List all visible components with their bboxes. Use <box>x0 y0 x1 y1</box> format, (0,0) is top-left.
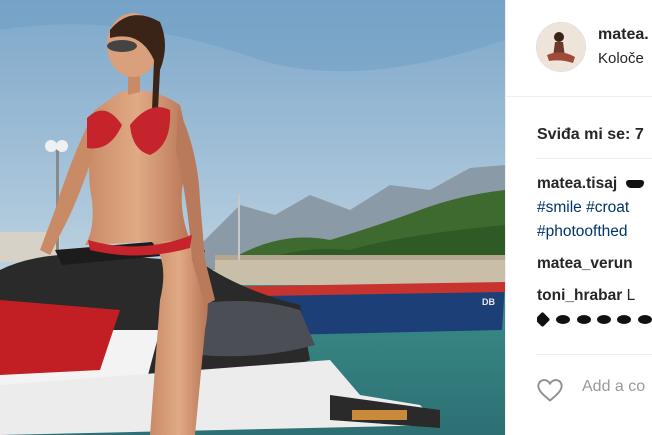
lips-emoji-icon <box>637 315 652 325</box>
lips-emoji-icon <box>576 315 591 325</box>
location-link[interactable]: Koloče <box>598 50 644 67</box>
hashtag-link[interactable]: #photoofthed <box>537 223 628 240</box>
comment-username[interactable]: matea.tisaj <box>537 175 617 192</box>
comment-item: matea.tisaj <box>537 172 652 196</box>
divider <box>536 354 652 355</box>
comment-item: toni_hrabar L <box>537 284 652 308</box>
post-sidebar: matea. Koloče Sviđa mi se: 7 matea.tisaj… <box>505 0 652 435</box>
divider <box>536 158 652 159</box>
likes-count[interactable]: Sviđa mi se: 7 <box>537 126 644 144</box>
comments-list: matea.tisaj #smile #croat #photoofthed m… <box>537 172 652 332</box>
comment-text: L <box>626 287 636 304</box>
sunglasses-emoji-icon <box>626 179 645 188</box>
comment-username[interactable]: matea_verun <box>537 255 633 272</box>
comment-hashtags: #smile #croat <box>537 196 652 220</box>
broken-heart-emoji-icon <box>537 312 551 328</box>
hashtag-link[interactable]: #smile <box>537 199 582 216</box>
comment-emoji-line <box>537 308 652 332</box>
lips-emoji-icon <box>596 315 611 325</box>
comment-username[interactable]: toni_hrabar <box>537 287 622 304</box>
heart-icon[interactable] <box>536 377 564 408</box>
avatar-image <box>537 23 585 71</box>
post-photo[interactable]: DB <box>0 0 505 435</box>
comment-input[interactable] <box>580 377 652 397</box>
comment-item: matea_verun <box>537 252 652 276</box>
hashtag-link[interactable]: #croat <box>586 199 629 216</box>
svg-text:DB: DB <box>482 297 495 307</box>
username-link[interactable]: matea. <box>598 26 649 44</box>
avatar[interactable] <box>536 22 586 72</box>
add-comment-row <box>536 373 652 407</box>
post-header: matea. Koloče <box>506 0 652 97</box>
lips-emoji-icon <box>556 315 571 325</box>
lips-emoji-icon <box>617 315 632 325</box>
beach-jetski-photo: DB <box>0 0 505 435</box>
comment-hashtags: #photoofthed <box>537 220 652 244</box>
